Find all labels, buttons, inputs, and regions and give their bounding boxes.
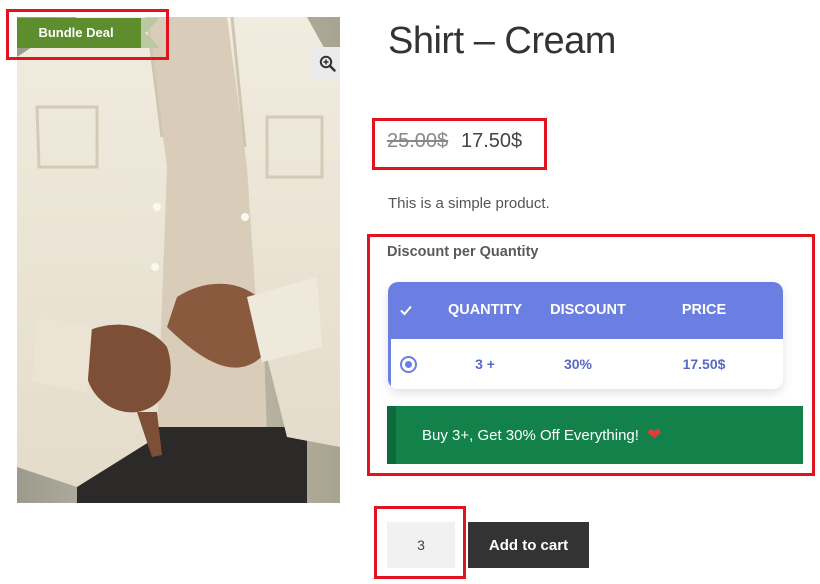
product-title: Shirt – Cream [388,20,616,62]
discount-heading: Discount per Quantity [387,244,539,260]
discount-table: QUANTITY DISCOUNT PRICE 3 + 30% 17.50$ [388,282,783,389]
regular-price: 25.00$ [387,130,449,152]
cell-price: 17.50$ [682,356,726,372]
zoom-button[interactable] [311,47,340,80]
column-header-quantity: QUANTITY [447,302,523,318]
cell-discount: 30% [563,356,593,372]
table-header: QUANTITY DISCOUNT PRICE [388,282,783,339]
column-header-discount: DISCOUNT [550,302,626,318]
add-to-cart-button[interactable]: Add to cart [468,522,589,568]
heart-icon: ❤ [647,425,662,444]
header-check [388,282,424,339]
cell-quantity: 3 + [475,356,495,372]
sale-price: 17.50$ [461,130,523,152]
product-description: This is a simple product. [388,195,550,212]
table-row[interactable]: 3 + 30% 17.50$ [388,339,783,389]
product-image[interactable] [17,17,340,503]
quantity-input[interactable] [387,522,455,568]
promo-text: Buy 3+, Get 30% Off Everything! [422,427,639,444]
product-photo [17,17,340,503]
column-header-price: PRICE [681,302,727,318]
promo-banner: Buy 3+, Get 30% Off Everything! ❤ [387,406,803,464]
radio-selected-icon[interactable] [400,356,417,373]
highlight-badge [6,9,169,60]
check-icon [400,306,412,316]
zoom-icon [319,55,336,72]
